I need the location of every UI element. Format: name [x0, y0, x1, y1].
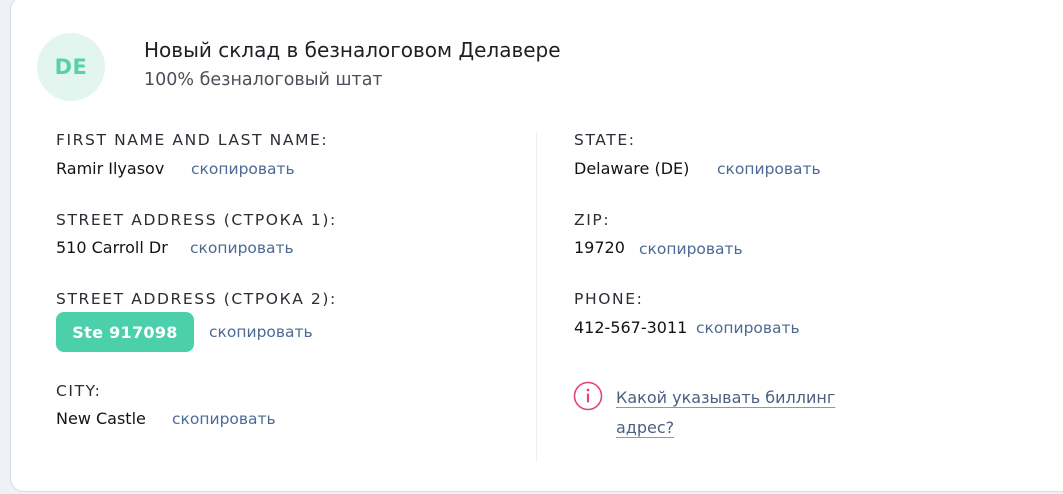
street1-value: 510 Carroll Dr — [56, 238, 168, 257]
state-avatar: DE — [37, 33, 105, 101]
zip-label: ZIP: — [574, 211, 611, 229]
city-label: CITY: — [56, 382, 102, 400]
info-icon — [573, 381, 603, 411]
copy-city-button[interactable]: скопировать — [172, 410, 276, 428]
name-label: FIRST NAME AND LAST NAME: — [56, 131, 329, 149]
warehouse-subtitle: 100% безналоговый штат — [144, 70, 383, 90]
copy-street2-button[interactable]: скопировать — [209, 323, 313, 341]
street1-label: STREET ADDRESS (СТРОКА 1): — [56, 211, 337, 229]
state-value: Delaware (DE) — [574, 159, 690, 178]
copy-zip-button[interactable]: скопировать — [639, 240, 743, 258]
phone-value: 412-567-3011 — [574, 318, 688, 337]
phone-label: PHONE: — [574, 290, 644, 308]
street2-value-badge: Ste 917098 — [56, 312, 194, 352]
column-divider — [536, 132, 537, 462]
name-value: Ramir Ilyasov — [56, 159, 165, 178]
state-label: STATE: — [574, 131, 636, 149]
billing-address-help-link[interactable]: Какой указывать биллинг адрес? — [616, 383, 846, 443]
copy-name-button[interactable]: скопировать — [191, 160, 295, 178]
street2-label: STREET ADDRESS (СТРОКА 2): — [56, 290, 337, 308]
copy-phone-button[interactable]: скопировать — [696, 319, 800, 337]
warehouse-title: Новый склад в безналоговом Делавере — [144, 38, 561, 62]
copy-state-button[interactable]: скопировать — [717, 160, 821, 178]
city-value: New Castle — [56, 409, 146, 428]
zip-value: 19720 — [574, 238, 625, 257]
copy-street1-button[interactable]: скопировать — [190, 239, 294, 257]
